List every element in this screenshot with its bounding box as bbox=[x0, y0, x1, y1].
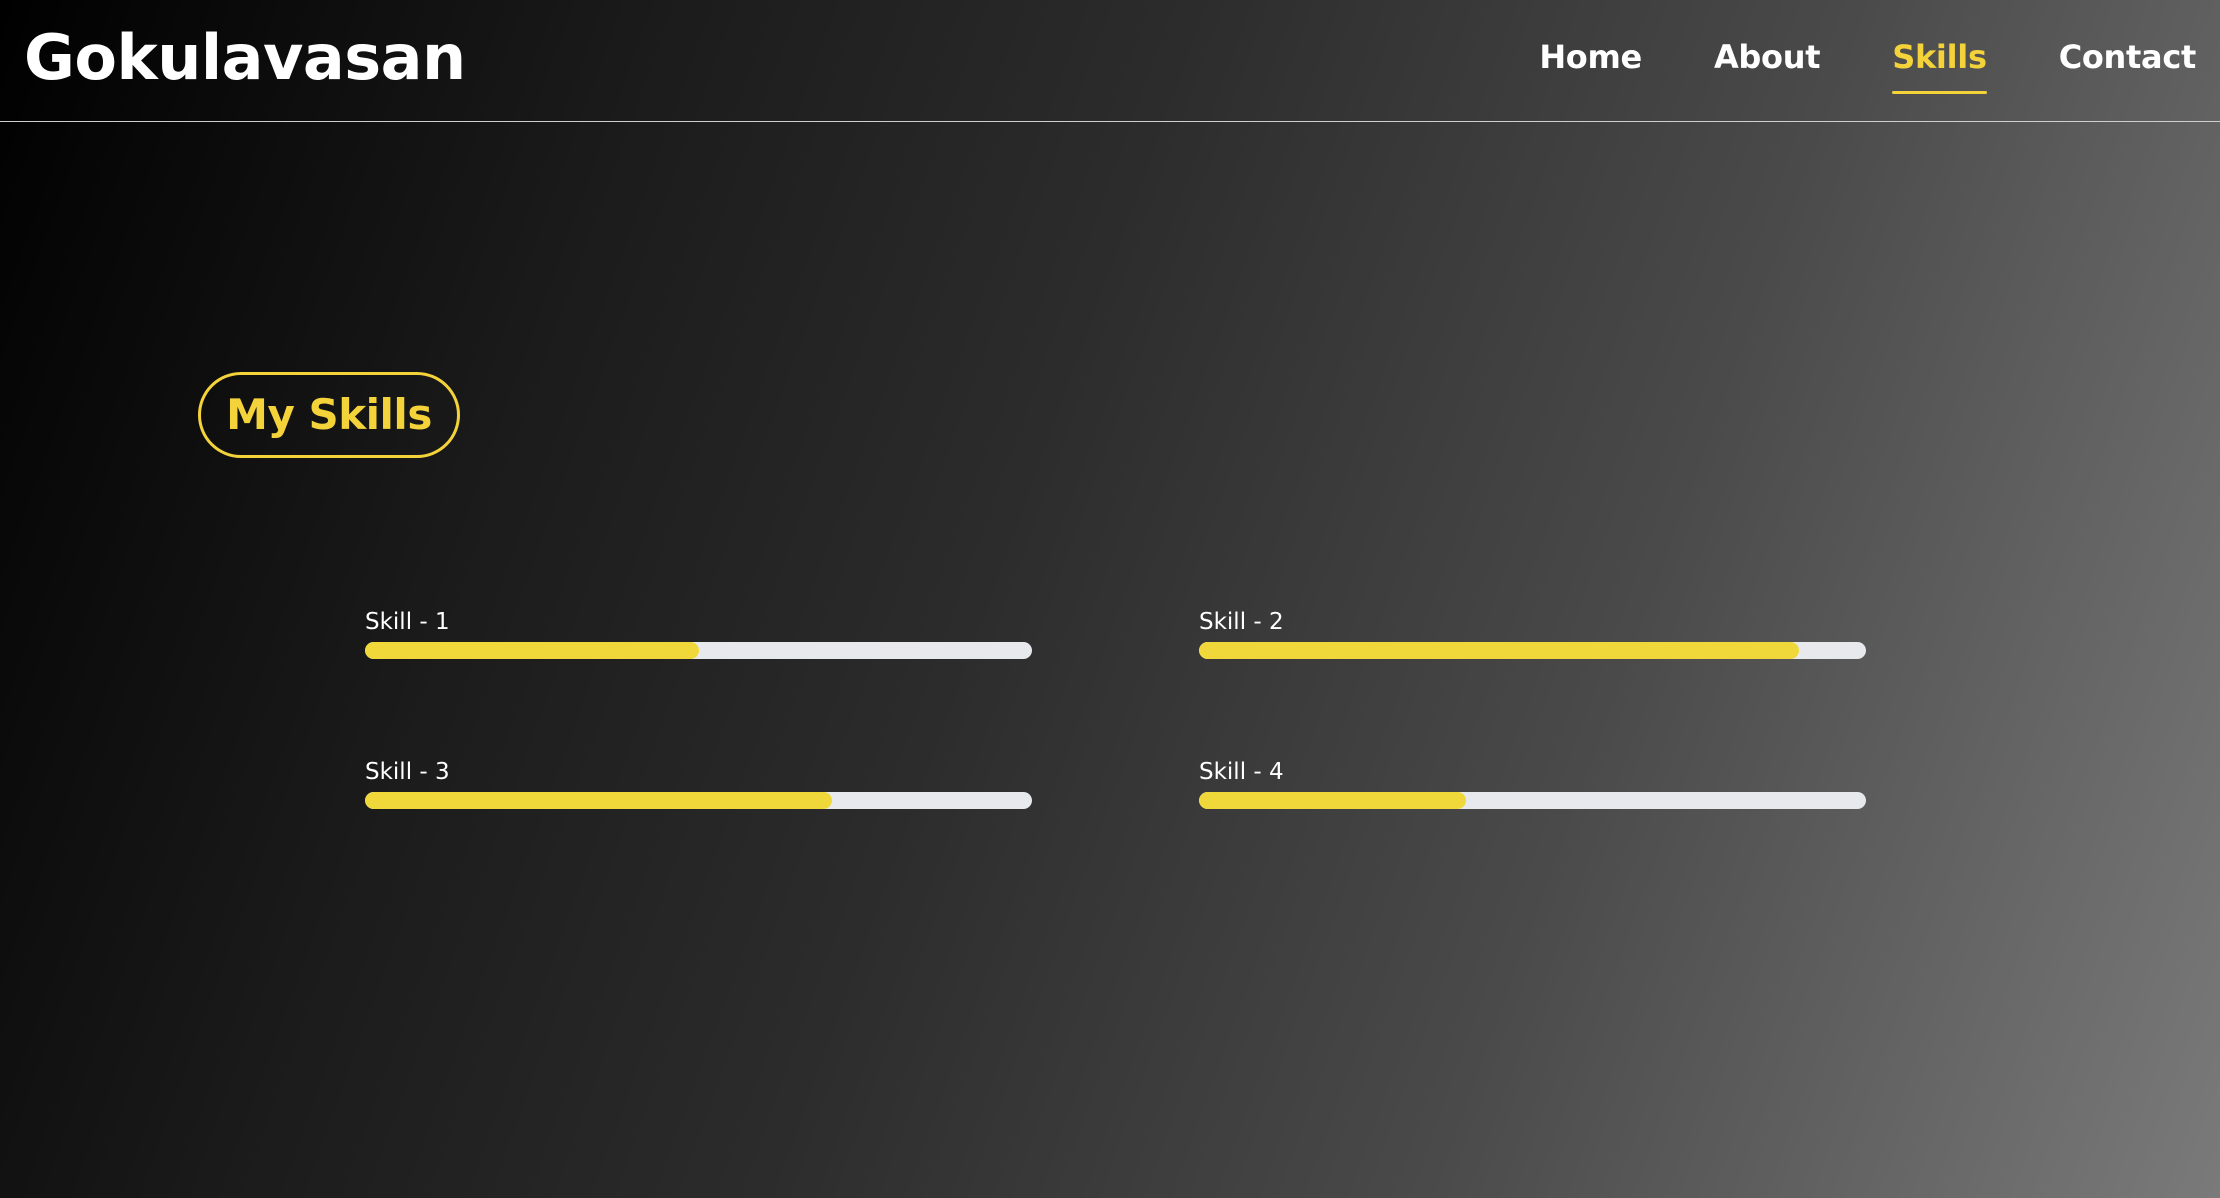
site-logo[interactable]: Gokulavasan bbox=[24, 18, 466, 98]
skill-progress-track bbox=[365, 642, 1032, 659]
skill-progress-fill bbox=[365, 792, 832, 809]
skill-item-4: Skill - 4 bbox=[1199, 756, 1866, 809]
skill-label: Skill - 3 bbox=[365, 759, 450, 785]
skill-label: Skill - 1 bbox=[365, 609, 450, 635]
nav-link-contact[interactable]: Contact bbox=[2059, 34, 2197, 80]
skill-item-3: Skill - 3 bbox=[365, 756, 1032, 809]
skill-progress-track bbox=[1199, 642, 1866, 659]
skill-item-2: Skill - 2 bbox=[1199, 606, 1866, 659]
skill-progress-fill bbox=[1199, 642, 1800, 659]
skill-progress-track bbox=[365, 792, 1032, 809]
nav-link-home[interactable]: Home bbox=[1539, 34, 1642, 80]
skill-progress-fill bbox=[1199, 792, 1466, 809]
section-title-my-skills: My Skills bbox=[198, 372, 460, 458]
skill-label: Skill - 4 bbox=[1199, 759, 1284, 785]
navbar: Gokulavasan Home About Skills Contact bbox=[0, 0, 2220, 122]
nav-links: Home About Skills Contact bbox=[1467, 34, 2197, 94]
skill-progress-track bbox=[1199, 792, 1866, 809]
skill-item-1: Skill - 1 bbox=[365, 606, 1032, 659]
nav-link-skills[interactable]: Skills bbox=[1892, 34, 1988, 94]
nav-link-about[interactable]: About bbox=[1714, 34, 1821, 80]
skill-progress-fill bbox=[365, 642, 699, 659]
skill-label: Skill - 2 bbox=[1199, 609, 1284, 635]
